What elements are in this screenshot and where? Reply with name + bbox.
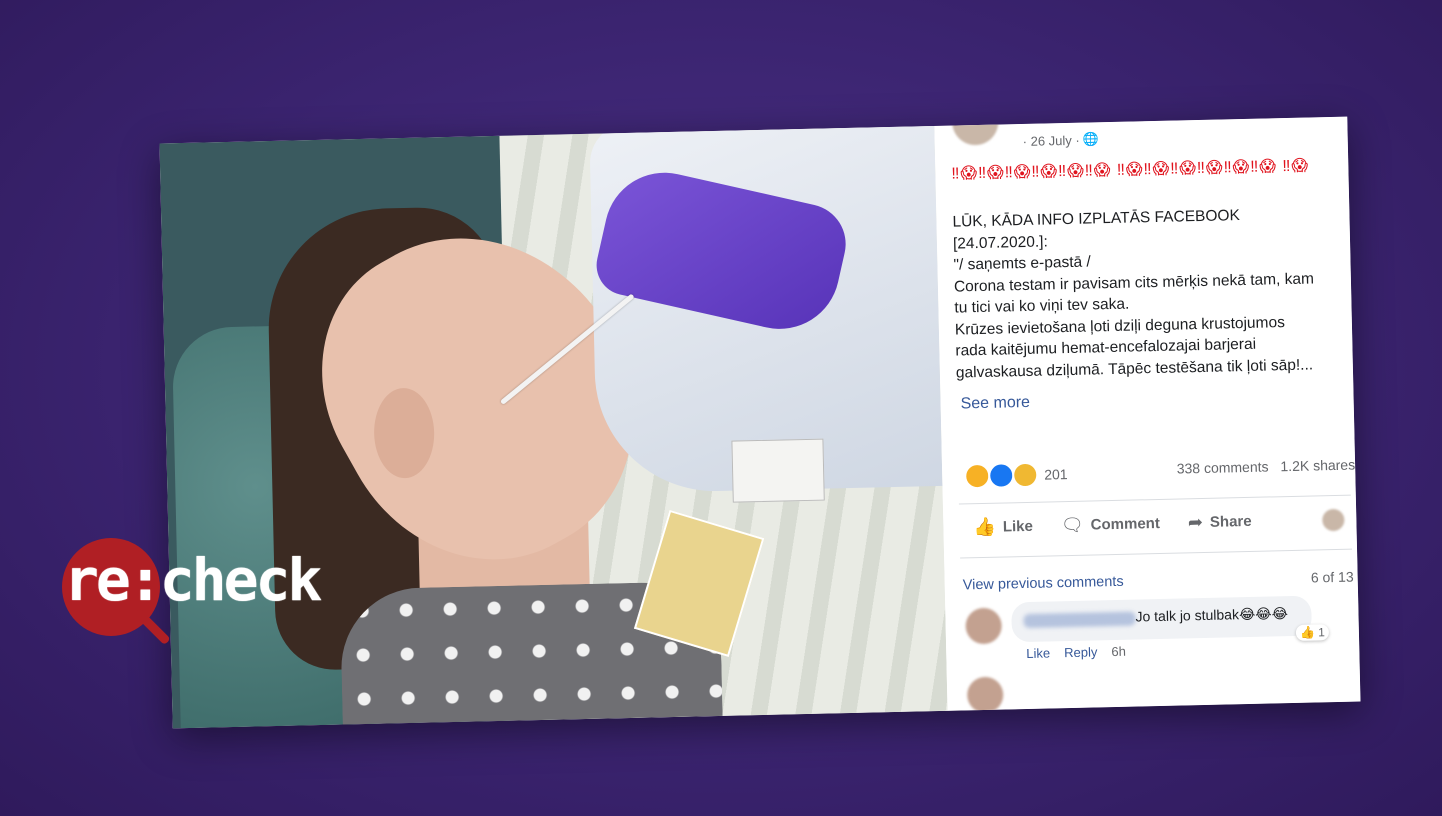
comments-page-count: 6 of 13 [1310,568,1354,586]
share-button[interactable]: ➦ Share [1188,511,1252,533]
like-reaction-icon [987,462,1015,489]
divider [958,494,1351,505]
post-text: LŪK, KĀDA INFO IZPLATĀS FACEBOOK [24.07.… [952,207,1315,382]
thumbs-up-icon: 👍 [973,516,997,538]
comment-label: Comment [1090,514,1161,534]
comments-count-link[interactable]: 338 comments [1177,458,1269,476]
wow-reaction-icon [1011,461,1039,489]
comment-like-link[interactable]: Like [1026,645,1050,661]
facebook-post-panel: · 26 July · 🌐 ‼😱‼😱‼😱‼😱‼😱‼😱 ‼😱‼😱‼😱‼😱‼😱‼😱 … [934,116,1361,714]
logo-text: re:check [64,546,322,614]
like-label: Like [1002,517,1034,536]
see-more-link[interactable]: See more [960,394,1030,414]
comment-text: Jo talk jo stulbak😂😂😂 [1135,605,1289,625]
shares-count-link[interactable]: 1.2K shares [1280,457,1355,475]
commenter-avatar[interactable] [965,607,1003,645]
reactions-summary[interactable]: 201 [963,461,1068,490]
comment-icon: 🗨 [1060,514,1084,536]
comment-button[interactable]: 🗨 Comment [1061,513,1160,536]
view-previous-comments-link[interactable]: View previous comments [963,574,1124,594]
reaction-count: 201 [1044,466,1068,483]
comment-reaction-badge[interactable]: 👍 1 [1295,624,1330,641]
commenter-name-blurred[interactable] [1023,611,1136,629]
post-actions: 👍 Like 🗨 Comment ➦ Share [973,509,1353,539]
comment-meta: Like Reply 6h [1026,644,1126,661]
share-label: Share [1209,512,1252,531]
next-commenter-avatar[interactable] [966,676,1004,714]
poster-avatar[interactable] [952,120,999,146]
post-stats: 338 comments 1.2K shares [1169,457,1356,477]
recheck-logo: re:check [62,538,392,658]
like-reaction-icon: 👍 [1299,625,1316,640]
haha-reaction-icon [963,462,991,490]
globe-icon: 🌐 [1082,131,1100,147]
comment-time: 6h [1111,643,1127,660]
comment-reaction-count: 1 [1318,625,1326,640]
emoji-line: ‼😱‼😱‼😱‼😱‼😱‼😱 ‼😱‼😱‼😱‼😱‼😱‼😱 ‼😱 [951,157,1310,183]
comment-reply-link[interactable]: Reply [1064,644,1098,660]
divider [960,548,1353,559]
share-icon: ➦ [1187,511,1204,533]
like-button[interactable]: 👍 Like [973,516,1033,538]
post-date[interactable]: · 26 July · [1023,133,1080,149]
